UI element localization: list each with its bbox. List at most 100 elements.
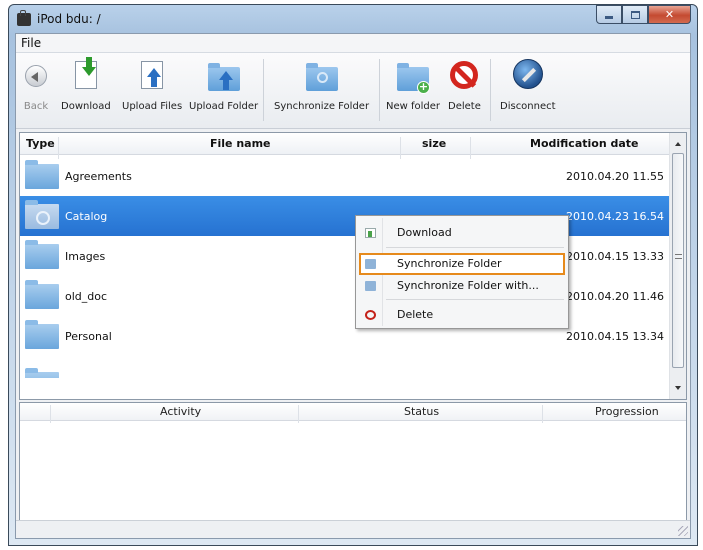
upload-files-icon: [136, 59, 168, 95]
maximize-button[interactable]: [622, 5, 648, 24]
file-date: 2010.04.15 13.33: [566, 250, 664, 263]
context-menu-label: Synchronize Folder with...: [397, 279, 539, 292]
file-list-header: Type File name size Modification date: [20, 133, 669, 159]
app-window: iPod bdu: / ✕ File Back Download Upload …: [8, 4, 698, 546]
file-date: 2010.04.20 11.46: [566, 290, 664, 303]
toolbar-separator: [263, 59, 264, 121]
file-row[interactable]: old_doc 2010.04.20 11.46: [20, 276, 669, 316]
file-name: old_doc: [65, 290, 108, 303]
file-list: Type File name size Modification date Ag…: [19, 132, 687, 400]
sync-folder-icon: [25, 200, 59, 229]
disconnect-button[interactable]: Disconnect: [500, 59, 556, 112]
download-label: Download: [61, 101, 111, 112]
title-bar[interactable]: iPod bdu: / ✕: [9, 5, 697, 33]
context-menu-synchronize-folder-with[interactable]: Synchronize Folder with...: [359, 275, 565, 297]
file-row[interactable]: Images 2010.04.15 13.33: [20, 236, 669, 276]
column-modification-date[interactable]: Modification date: [530, 137, 639, 150]
activity-panel: Activity Status Progression: [19, 402, 687, 529]
delete-icon: [365, 310, 376, 320]
delete-icon: [448, 59, 480, 95]
context-menu-delete[interactable]: Delete: [359, 304, 565, 326]
file-name: Agreements: [65, 170, 132, 183]
context-menu-label: Delete: [397, 308, 434, 321]
disconnect-label: Disconnect: [500, 101, 556, 112]
close-icon: ✕: [664, 8, 675, 21]
window-controls: ✕: [596, 5, 691, 24]
upload-folder-button[interactable]: Upload Folder: [189, 59, 258, 112]
upload-folder-label: Upload Folder: [189, 101, 259, 112]
column-file-name[interactable]: File name: [210, 137, 271, 150]
upload-folder-icon: [207, 59, 240, 95]
new-folder-button[interactable]: + New folder: [386, 59, 440, 112]
folder-icon: [25, 240, 59, 269]
file-name: Personal: [65, 330, 112, 343]
ipod-app-icon: [17, 10, 31, 26]
menu-file[interactable]: File: [21, 36, 41, 50]
context-menu-label: Synchronize Folder: [397, 257, 502, 270]
download-button[interactable]: Download: [61, 57, 111, 112]
column-divider: [542, 405, 543, 423]
folder-icon: [25, 368, 59, 378]
activity-header: Activity Status Progression: [20, 403, 686, 423]
download-icon: [365, 228, 376, 238]
column-activity[interactable]: Activity: [160, 405, 201, 418]
new-folder-label: New folder: [386, 101, 441, 112]
context-menu-label: Download: [397, 226, 452, 239]
file-date: 2010.04.15 13.34: [566, 330, 664, 343]
sync-folder-with-icon: [365, 281, 376, 291]
context-menu-synchronize-folder[interactable]: Synchronize Folder: [359, 253, 565, 275]
column-size[interactable]: size: [422, 137, 446, 150]
upload-files-label: Upload Files: [122, 101, 183, 112]
context-menu: Download Synchronize Folder Synchronize …: [355, 215, 569, 329]
context-menu-separator: [386, 299, 564, 300]
upload-files-button[interactable]: Upload Files: [122, 59, 182, 112]
file-row[interactable]: Personal 2010.04.15 13.34: [20, 316, 669, 356]
window-title: iPod bdu: /: [37, 12, 101, 26]
minimize-button[interactable]: [596, 5, 622, 24]
delete-button[interactable]: Delete: [448, 59, 481, 112]
close-button[interactable]: ✕: [648, 5, 691, 24]
context-menu-separator: [386, 247, 564, 248]
scroll-thumb[interactable]: [672, 153, 684, 368]
folder-icon: [25, 280, 59, 309]
context-menu-download[interactable]: Download: [359, 222, 565, 244]
status-bar: [16, 520, 690, 538]
column-divider: [50, 405, 51, 423]
maximize-icon: [630, 10, 640, 19]
file-date: 2010.04.20 11.55: [566, 170, 664, 183]
resize-grip-icon[interactable]: [678, 526, 688, 536]
synchronize-folder-button[interactable]: Synchronize Folder: [274, 59, 369, 112]
column-divider: [298, 405, 299, 423]
column-status[interactable]: Status: [404, 405, 439, 418]
synchronize-folder-label: Synchronize Folder: [274, 101, 370, 112]
file-name: Images: [65, 250, 106, 263]
back-button[interactable]: Back: [20, 59, 52, 112]
column-progression[interactable]: Progression: [595, 405, 659, 418]
file-row-partial[interactable]: [20, 356, 669, 378]
grip-icon: [675, 254, 682, 259]
file-list-scrollbar[interactable]: [669, 133, 686, 399]
back-arrow-icon: [25, 65, 47, 87]
new-folder-icon: +: [397, 59, 431, 95]
file-row-selected[interactable]: Catalog 2010.04.23 16.54: [20, 196, 669, 236]
minimize-icon: [605, 16, 613, 19]
menu-bar: File: [16, 34, 690, 53]
toolbar-separator: [490, 59, 491, 121]
folder-icon: [25, 320, 59, 349]
sync-folder-icon: [305, 59, 338, 95]
file-name: Catalog: [65, 210, 108, 223]
toolbar-separator: [379, 59, 380, 121]
client-area: File Back Download Upload Files Upload F…: [15, 33, 691, 539]
delete-label: Delete: [448, 101, 481, 112]
toolbar: Back Download Upload Files Upload Folder…: [16, 53, 690, 129]
sync-folder-icon: [365, 259, 376, 269]
file-row[interactable]: Agreements 2010.04.20 11.55: [20, 156, 669, 196]
disconnect-icon: [512, 59, 544, 95]
scroll-down-icon[interactable]: [672, 381, 684, 395]
folder-icon: [25, 160, 59, 189]
file-date: 2010.04.23 16.54: [566, 210, 664, 223]
back-label: Back: [23, 101, 49, 112]
scroll-up-icon[interactable]: [672, 137, 684, 151]
download-icon: [70, 57, 102, 95]
column-type[interactable]: Type: [26, 137, 55, 150]
